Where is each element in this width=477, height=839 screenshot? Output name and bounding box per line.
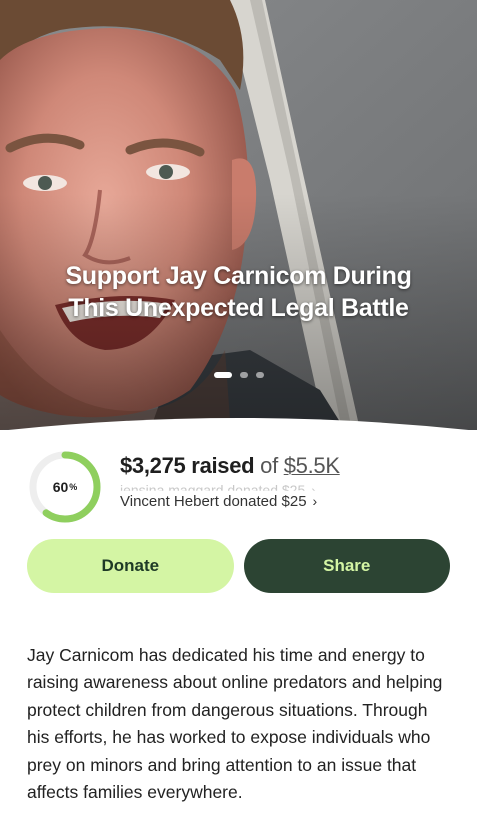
goal-amount[interactable]: $5.5K xyxy=(284,453,340,478)
donate-button[interactable]: Donate xyxy=(27,539,234,593)
raised-line: $3,275 raised of $5.5K xyxy=(120,452,449,480)
hero-bottom-curve xyxy=(0,410,477,430)
chevron-right-icon: › xyxy=(312,493,318,509)
raised-amount: $3,275 raised xyxy=(120,453,255,478)
share-button[interactable]: Share xyxy=(243,539,450,593)
hero-banner[interactable]: Support Jay Carnicom During This Unexpec… xyxy=(0,0,477,430)
recent-donations-ticker[interactable]: jensina maggard donated $25 › Vincent Heb… xyxy=(120,481,449,511)
amount-summary: $3,275 raised of $5.5K jensina maggard d… xyxy=(120,452,449,511)
hero-photo xyxy=(0,0,477,430)
current-donation[interactable]: Vincent Hebert donated $25 › xyxy=(120,493,317,510)
current-donation-text: Vincent Hebert donated $25 xyxy=(120,493,307,510)
progress-percent-value: 60 xyxy=(52,479,69,495)
carousel-indicator[interactable] xyxy=(0,372,477,378)
campaign-title: Support Jay Carnicom During This Unexpec… xyxy=(65,262,412,322)
progress-percent: 60% xyxy=(28,450,102,524)
progress-percent-sign: % xyxy=(69,482,78,492)
carousel-dot-1[interactable] xyxy=(213,372,232,378)
carousel-dot-3[interactable] xyxy=(255,372,264,378)
action-buttons: Donate Share xyxy=(27,539,450,593)
raised-of-label: of xyxy=(260,453,278,478)
fundraising-progress: 60% $3,275 raised of $5.5K jensina magga… xyxy=(28,448,449,528)
carousel-dot-2[interactable] xyxy=(239,372,248,378)
campaign-story: Jay Carnicom has dedicated his time and … xyxy=(27,645,443,803)
